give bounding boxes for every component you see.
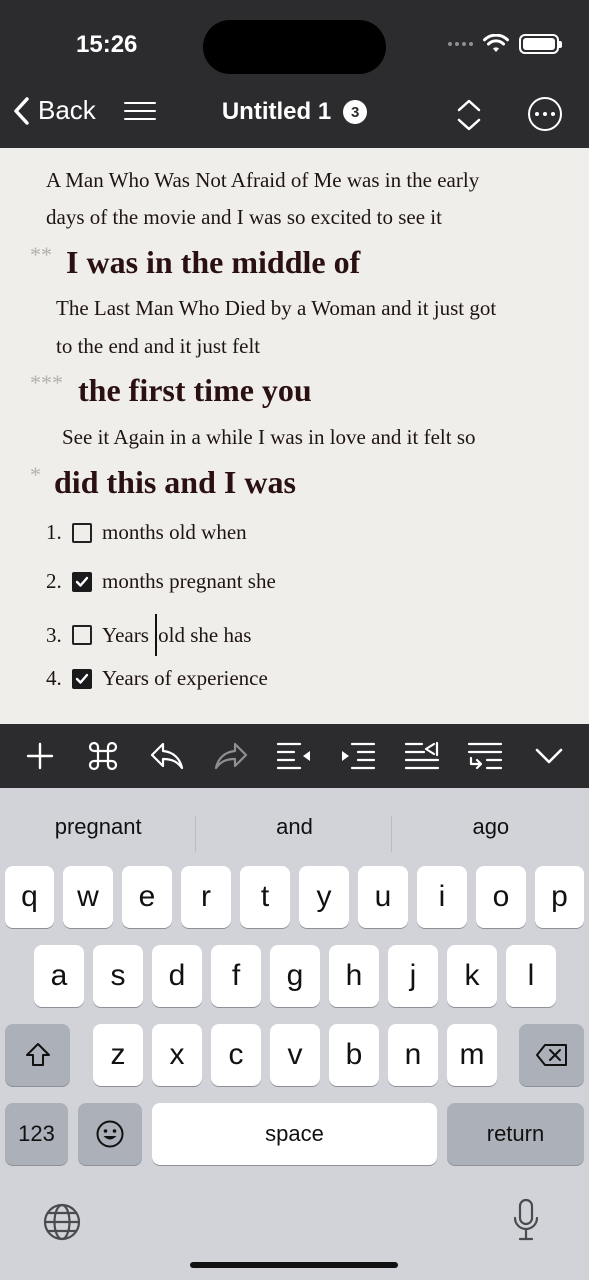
suggestion-divider <box>195 816 196 852</box>
version-badge: 3 <box>343 100 368 124</box>
list-number: 1. <box>46 520 62 544</box>
space-key[interactable]: space <box>152 1103 437 1165</box>
key-w[interactable]: w <box>63 866 113 928</box>
heading-level-marker: * <box>30 462 41 487</box>
key-f[interactable]: f <box>211 945 261 1007</box>
dismiss-keyboard-icon[interactable] <box>529 736 569 776</box>
paragraph-1-line-2: days of the movie and I was so excited t… <box>46 205 442 229</box>
list-item: 1. months old when <box>46 520 247 545</box>
key-b[interactable]: b <box>329 1024 379 1086</box>
suggestion-divider <box>391 816 392 852</box>
heading-2: the first time you <box>78 372 312 408</box>
list-item: 4. Years of experience <box>46 666 268 691</box>
suggestion-1[interactable]: pregnant <box>0 802 196 852</box>
shift-icon <box>25 1043 50 1066</box>
emoji-key[interactable] <box>78 1103 142 1165</box>
command-icon[interactable] <box>83 736 123 776</box>
list-item-text: months pregnant she <box>102 569 276 593</box>
cellular-signal-icon <box>448 42 473 46</box>
shift-key[interactable] <box>5 1024 70 1086</box>
battery-icon <box>519 34 562 54</box>
heading-1: I was in the middle of <box>66 244 361 280</box>
list-number: 2. <box>46 569 62 593</box>
status-indicators <box>448 34 562 54</box>
formatting-toolbar <box>0 724 589 788</box>
list-item-text-after-cursor: old she has <box>158 622 252 647</box>
key-s[interactable]: s <box>93 945 143 1007</box>
key-z[interactable]: z <box>93 1024 143 1086</box>
key-k[interactable]: k <box>447 945 497 1007</box>
plus-icon[interactable] <box>20 736 60 776</box>
microphone-icon[interactable] <box>512 1198 540 1242</box>
key-l[interactable]: l <box>506 945 556 1007</box>
move-right-icon[interactable] <box>402 736 442 776</box>
key-r[interactable]: r <box>181 866 231 928</box>
list-item-text-before-cursor: Years <box>102 622 155 647</box>
key-e[interactable]: e <box>122 866 172 928</box>
key-u[interactable]: u <box>358 866 408 928</box>
move-left-icon[interactable] <box>465 736 505 776</box>
globe-icon[interactable] <box>42 1202 82 1242</box>
delete-key[interactable] <box>519 1024 584 1086</box>
key-c[interactable]: c <box>211 1024 261 1086</box>
list-item: 2. months pregnant she <box>46 569 276 594</box>
home-indicator[interactable] <box>190 1262 398 1268</box>
list-item-text: Years of experience <box>102 666 268 690</box>
text-cursor <box>155 614 158 656</box>
key-p[interactable]: p <box>535 866 584 928</box>
undo-icon[interactable] <box>147 736 187 776</box>
status-time: 15:26 <box>76 31 138 58</box>
key-g[interactable]: g <box>270 945 320 1007</box>
suggestion-3[interactable]: ago <box>393 802 589 852</box>
return-key[interactable]: return <box>447 1103 584 1165</box>
key-x[interactable]: x <box>152 1024 202 1086</box>
checkbox-unchecked[interactable] <box>72 625 92 645</box>
paragraph-1-line-1: A Man Who Was Not Afraid of Me was in th… <box>46 168 480 192</box>
paragraph-2-line-2: to the end and it just felt <box>56 334 261 358</box>
redo-icon[interactable] <box>211 736 251 776</box>
key-h[interactable]: h <box>329 945 379 1007</box>
backspace-icon <box>535 1044 567 1066</box>
chevron-up-down-icon[interactable] <box>455 98 483 132</box>
wifi-icon <box>483 34 509 52</box>
key-n[interactable]: n <box>388 1024 438 1086</box>
list-item: 3. Years old she has <box>46 614 251 656</box>
key-q[interactable]: q <box>5 866 54 928</box>
key-j[interactable]: j <box>388 945 438 1007</box>
outdent-icon[interactable] <box>274 736 314 776</box>
key-a[interactable]: a <box>34 945 84 1007</box>
key-m[interactable]: m <box>447 1024 497 1086</box>
title-text: Untitled 1 <box>221 98 332 125</box>
document-editor[interactable]: A Man Who Was Not Afraid of Me was in th… <box>0 148 589 724</box>
top-bar: 15:26 Back Untitled 1 3 <box>0 0 589 148</box>
checkbox-checked[interactable] <box>72 571 92 592</box>
document-title[interactable]: Untitled 1 3 <box>0 98 589 126</box>
list-number: 3. <box>46 622 62 647</box>
heading-level-marker: ** <box>30 242 52 267</box>
heading-level-marker: *** <box>30 370 63 395</box>
key-o[interactable]: o <box>476 866 526 928</box>
key-t[interactable]: t <box>240 866 290 928</box>
paragraph-2-line-1: The Last Man Who Died by a Woman and it … <box>56 296 497 320</box>
emoji-icon <box>96 1120 124 1148</box>
suggestion-bar: pregnant and ago <box>0 802 589 852</box>
keyboard: pregnant and ago q w e r t y u i o p a s… <box>0 788 589 1280</box>
suggestion-2[interactable]: and <box>196 802 392 852</box>
key-y[interactable]: y <box>299 866 349 928</box>
checkmark-icon <box>75 576 89 587</box>
dynamic-island <box>203 20 386 74</box>
key-i[interactable]: i <box>417 866 467 928</box>
indent-icon[interactable] <box>338 736 378 776</box>
more-options-icon[interactable] <box>528 97 562 131</box>
checkbox-unchecked[interactable] <box>72 522 92 543</box>
key-v[interactable]: v <box>270 1024 320 1086</box>
checkbox-checked[interactable] <box>72 668 92 689</box>
paragraph-3: See it Again in a while I was in love an… <box>62 425 476 449</box>
checkmark-icon <box>75 673 89 684</box>
list-number: 4. <box>46 666 62 690</box>
list-item-text: months old when <box>102 520 247 544</box>
numbers-key[interactable]: 123 <box>5 1103 68 1165</box>
key-d[interactable]: d <box>152 945 202 1007</box>
heading-3: did this and I was <box>54 464 296 500</box>
